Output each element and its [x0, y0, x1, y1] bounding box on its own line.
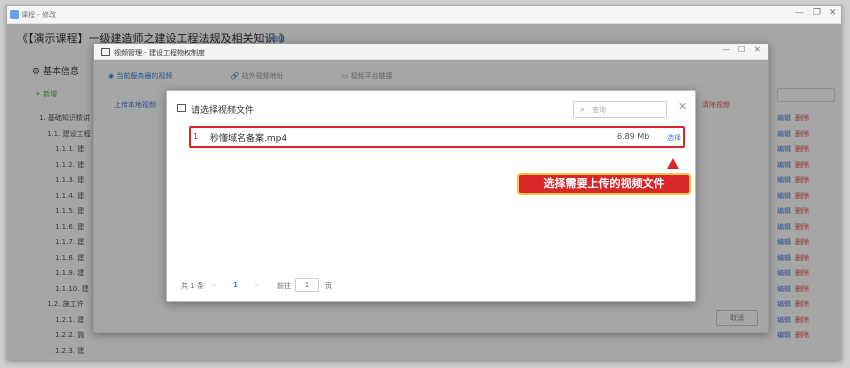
close-icon[interactable]: ✕ [754, 45, 761, 54]
window-title: 课程 - 修改 [21, 11, 56, 19]
search-icon: ⌕ [580, 105, 586, 115]
file-size: 6.89 Mb [617, 132, 650, 141]
video-manager-title-bar: 视频管理 - 建设工程物权制度 — ☐ ✕ [94, 44, 768, 60]
title-bar: 课程 - 修改 — ❐ ✕ [7, 6, 841, 24]
close-icon[interactable]: ✕ [678, 100, 687, 113]
video-manager-title: 视频管理 - 建设工程物权制度 [114, 49, 205, 57]
window-icon [101, 48, 110, 56]
dialog-icon [177, 104, 186, 112]
prev-page-button[interactable]: ‹ [213, 281, 216, 289]
goto-page-input[interactable]: 1 [295, 278, 319, 292]
annotation-arrow-icon [667, 158, 679, 169]
minimize-icon[interactable]: — [795, 8, 804, 18]
select-video-dialog: 请选择视频文件 ⌕ ✕ 1 秒懂域名备案.mp4 6.89 Mb 选择 共 1 … [166, 90, 696, 302]
current-page[interactable]: 1 [233, 281, 238, 289]
file-search-box[interactable]: ⌕ [573, 101, 667, 118]
close-icon[interactable]: ✕ [829, 8, 837, 18]
file-index: 1 [193, 132, 199, 141]
minimize-icon[interactable]: — [722, 45, 730, 54]
file-name: 秒懂域名备案.mp4 [210, 134, 288, 144]
next-page-button[interactable]: › [255, 281, 258, 289]
annotation-callout: 选择需要上传的视频文件 [517, 173, 691, 195]
restore-icon[interactable]: ❐ [813, 8, 821, 18]
select-video-title: 请选择视频文件 [191, 106, 255, 116]
file-search-input[interactable] [592, 103, 664, 116]
goto-label: 前往 [277, 282, 291, 290]
app-logo-icon [10, 10, 19, 19]
app-window: 课程 - 修改 — ❐ ✕ 《【演示课程】一级建造师之建设工程法规及相关知识 》… [6, 5, 842, 360]
select-file-button[interactable]: 选择 [667, 133, 681, 143]
maximize-icon[interactable]: ☐ [738, 45, 745, 54]
total-count: 共 1 条 [181, 282, 204, 290]
file-row[interactable]: 1 秒懂域名备案.mp4 6.89 Mb 选择 [189, 126, 685, 148]
page-suffix: 页 [325, 282, 332, 290]
